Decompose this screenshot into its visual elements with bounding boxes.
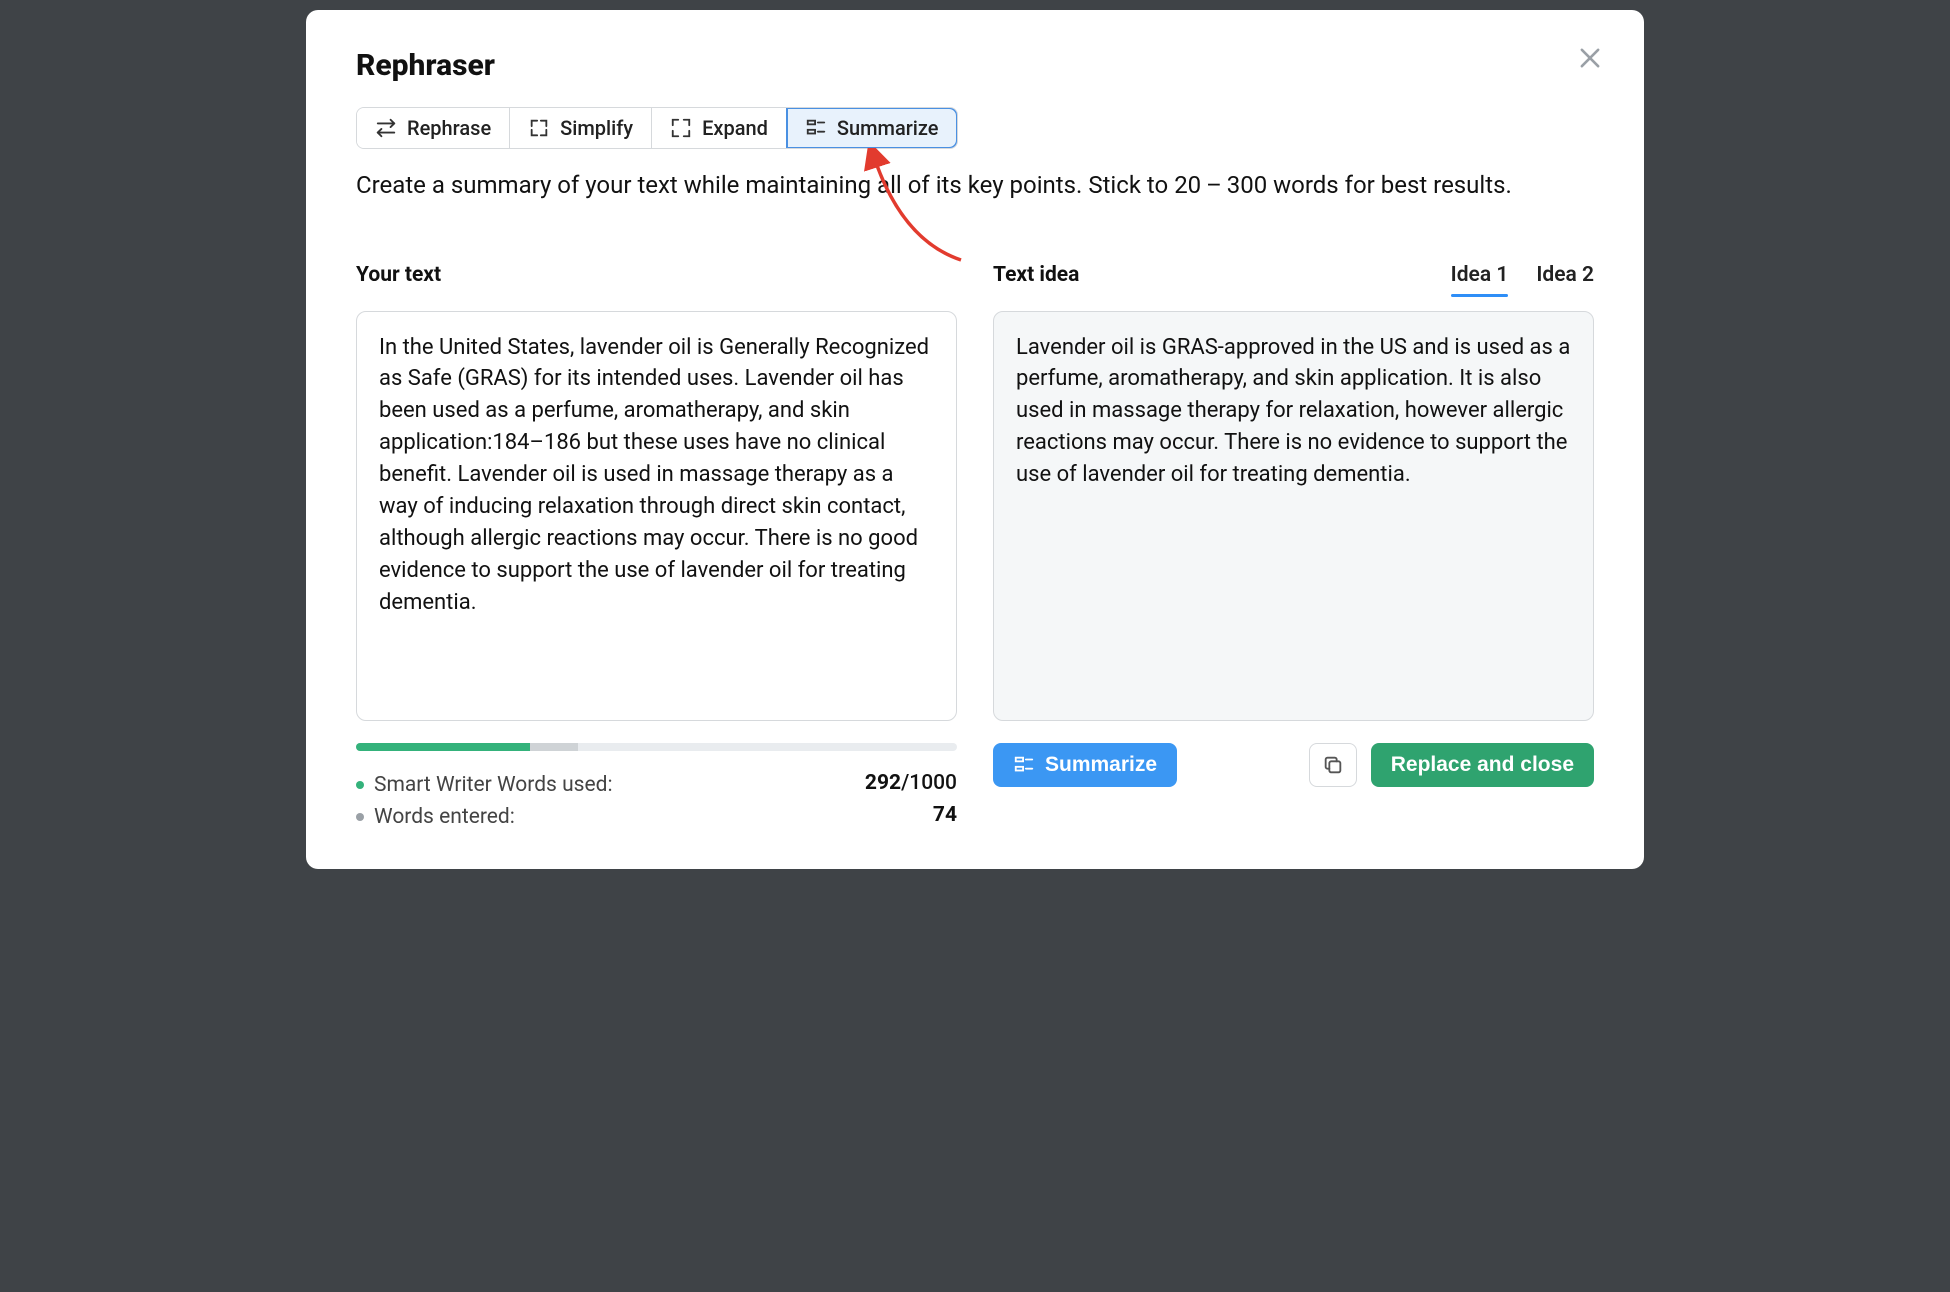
stat-label-text: Words entered: (374, 805, 515, 829)
copy-icon (1322, 754, 1344, 776)
input-textarea[interactable]: In the United States, lavender oil is Ge… (356, 311, 957, 721)
button-label: Summarize (1045, 753, 1157, 777)
mode-tab-expand[interactable]: Expand (652, 108, 787, 148)
summarize-button[interactable]: Summarize (993, 743, 1177, 787)
mode-hint-text: Create a summary of your text while main… (356, 169, 1594, 203)
expand-icon (670, 117, 692, 139)
button-label: Replace and close (1391, 753, 1574, 777)
rephraser-modal: Rephraser Rephrase Simplify (306, 10, 1644, 869)
progress-overflow (530, 743, 578, 751)
rephrase-icon (375, 117, 397, 139)
mode-tab-label: Rephrase (407, 116, 491, 140)
usage-progress (356, 743, 957, 751)
summarize-icon (805, 117, 827, 139)
modal-title: Rephraser (356, 48, 1594, 83)
mode-tab-label: Summarize (837, 116, 939, 140)
mode-tab-rephrase[interactable]: Rephrase (357, 108, 510, 148)
output-column: Text idea Idea 1 Idea 2 Lavender oil is … (993, 263, 1594, 829)
output-label: Text idea (993, 263, 1079, 287)
mode-tab-group: Rephrase Simplify Expand (356, 107, 958, 149)
close-button[interactable] (1570, 38, 1610, 78)
mode-tab-simplify[interactable]: Simplify (510, 108, 652, 148)
idea-tab-1[interactable]: Idea 1 (1451, 263, 1509, 291)
mode-tab-summarize[interactable]: Summarize (787, 108, 957, 148)
stat-value: 74 (933, 803, 957, 827)
stat-value: 292 (865, 771, 901, 795)
input-label: Your text (356, 263, 441, 287)
idea-tab-2[interactable]: Idea 2 (1536, 263, 1594, 291)
simplify-icon (528, 117, 550, 139)
dot-icon (356, 813, 364, 821)
mode-tab-label: Expand (702, 116, 768, 140)
stat-label-text: Smart Writer Words used: (374, 773, 613, 797)
stat-total: /1000 (901, 771, 957, 795)
copy-button[interactable] (1309, 743, 1357, 787)
stat-smart-writer: Smart Writer Words used: 292/1000 (356, 771, 957, 797)
progress-fill (356, 743, 530, 751)
replace-close-button[interactable]: Replace and close (1371, 743, 1594, 787)
summarize-icon (1013, 754, 1035, 776)
idea-tab-group: Idea 1 Idea 2 (1451, 263, 1594, 291)
annotation-arrow (861, 140, 981, 270)
dot-icon (356, 781, 364, 789)
output-text: Lavender oil is GRAS-approved in the US … (993, 311, 1594, 721)
mode-tab-label: Simplify (560, 116, 633, 140)
input-column: Your text In the United States, lavender… (356, 263, 957, 829)
stat-words-entered: Words entered: 74 (356, 803, 957, 829)
